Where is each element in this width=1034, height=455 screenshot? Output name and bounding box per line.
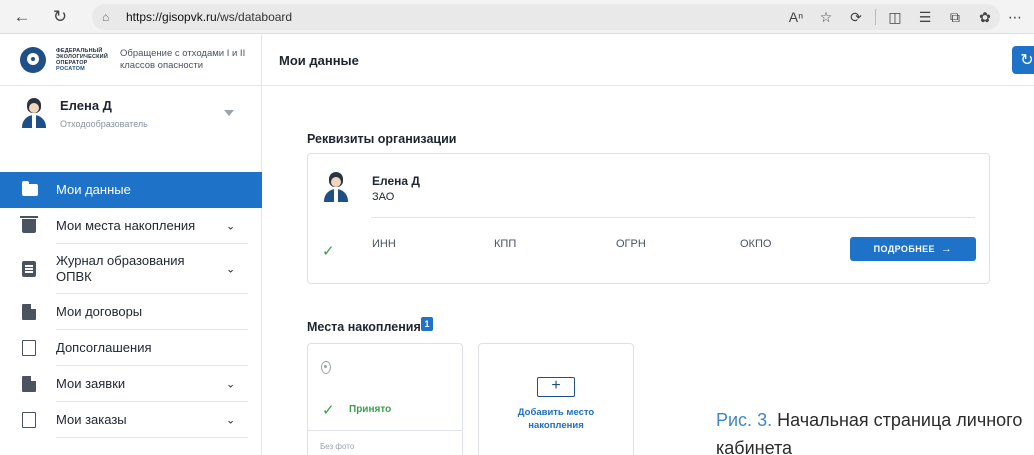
sidebar-item-orders[interactable]: Мои заказы ⌄: [0, 402, 262, 438]
collections-icon[interactable]: ⧉: [942, 4, 968, 30]
org-card: Елена Д ЗАО ✓ ИНН КПП ОГРН ОКПО ПОДРОБНЕ…: [307, 153, 990, 284]
check-icon: ✓: [322, 402, 335, 419]
place-status: Принято: [349, 404, 392, 415]
org-avatar-icon: [324, 172, 348, 202]
sidebar-item-journal[interactable]: Журнал образования ОПВК ⌄: [0, 244, 262, 294]
org-divider: [371, 217, 975, 218]
sidebar-item-label: Мои договоры: [56, 304, 143, 319]
split-screen-icon[interactable]: ◫: [882, 4, 908, 30]
url-text: https://gisopvk.ru/ws/databoard: [126, 10, 292, 24]
favorites-list-icon[interactable]: ☰: [912, 4, 938, 30]
home-icon: ⌂: [102, 10, 110, 24]
details-button-label: ПОДРОБНЕЕ: [873, 244, 935, 254]
chevron-down-icon: ⌄: [226, 378, 236, 391]
details-button[interactable]: ПОДРОБНЕЕ →: [850, 237, 976, 261]
org-field-ogrn: ОГРН: [616, 238, 646, 250]
org-field-okpo: ОКПО: [740, 238, 772, 250]
browser-actions: Aⁿ ☆ ⟳ ◫ ☰ ⧉ ✿ ⋯: [783, 0, 1028, 34]
sidebar-item-my-data[interactable]: Мои данные: [0, 172, 262, 208]
caret-down-icon[interactable]: [224, 110, 234, 116]
logo-wordmark: ФЕДЕРАЛЬНЫЙ ЭКОЛОГИЧЕСКИЙ ОПЕРАТОР РОСАТ…: [56, 48, 116, 72]
sidebar-item-label: Мои заказы: [56, 412, 127, 427]
places-section-title: Места накопления: [307, 320, 421, 334]
refresh-icon: ↻: [1020, 52, 1034, 69]
sidebar-item-accumulation-places[interactable]: Мои места накопления ⌄: [0, 208, 262, 244]
place-card[interactable]: ✓ Принято Без фото: [307, 343, 463, 455]
places-count-badge: 1: [421, 317, 433, 331]
order-document-icon: [22, 412, 36, 428]
check-icon: ✓: [322, 243, 335, 260]
toolbar-separator: [875, 9, 876, 25]
read-aloud-icon[interactable]: Aⁿ: [783, 4, 809, 30]
add-place-button[interactable]: + Добавить место накопления: [478, 343, 634, 455]
journal-icon: [22, 261, 36, 277]
org-type: ЗАО: [372, 191, 395, 203]
chevron-down-icon: ⌄: [226, 263, 236, 276]
chevron-down-icon: ⌄: [226, 414, 236, 427]
arrow-right-icon: →: [940, 243, 953, 255]
refresh-button[interactable]: ↻: [1012, 46, 1034, 74]
place-photo-label: Без фото: [320, 442, 355, 451]
extensions-icon[interactable]: ⟳: [843, 4, 869, 30]
sidebar-menu: Мои данные Мои места накопления ⌄ Журнал…: [0, 172, 262, 438]
user-name: Елена Д: [60, 98, 112, 113]
back-arrow-icon[interactable]: ←: [8, 3, 36, 31]
page-title: Мои данные: [279, 53, 359, 68]
request-document-icon: [22, 376, 36, 392]
place-divider: [308, 430, 462, 431]
user-role: Отходообразователь: [60, 119, 148, 129]
logo-description: Обращение с отходами I и II классов опас…: [120, 48, 246, 71]
sidebar-item-contracts[interactable]: Мои договоры: [0, 294, 262, 330]
logo-line-4: РОСАТОМ: [56, 66, 85, 72]
url-path: /ws/databoard: [216, 10, 293, 24]
sidebar-item-requests[interactable]: Мои заявки ⌄: [0, 366, 262, 402]
org-name: Елена Д: [372, 174, 420, 188]
logo[interactable]: ФЕДЕРАЛЬНЫЙ ЭКОЛОГИЧЕСКИЙ ОПЕРАТОР РОСАТ…: [0, 34, 262, 86]
favorite-star-icon[interactable]: ☆: [813, 4, 839, 30]
app-header: ФЕДЕРАЛЬНЫЙ ЭКОЛОГИЧЕСКИЙ ОПЕРАТОР РОСАТ…: [0, 34, 1034, 86]
reload-icon[interactable]: ↻: [46, 3, 74, 31]
add-place-label: Добавить место накопления: [517, 407, 595, 431]
org-field-inn: ИНН: [372, 238, 396, 250]
figure-caption: Рис. 3. Начальная страница личного кабин…: [716, 406, 1034, 455]
url-host: https://gisopvk.ru: [126, 10, 217, 24]
folder-icon: [22, 181, 38, 196]
document-icon: [22, 304, 36, 320]
more-menu-icon[interactable]: ⋯: [1002, 4, 1028, 30]
sidebar-item-label: Журнал образования ОПВК: [56, 253, 185, 284]
user-avatar-icon: [22, 98, 46, 128]
caption-prefix: Рис. 3.: [716, 410, 773, 430]
plus-icon: +: [537, 377, 575, 397]
org-field-kpp: КПП: [494, 238, 517, 250]
sidebar-item-label: Допсоглашения: [56, 340, 152, 355]
user-profile[interactable]: Елена Д Отходообразователь: [0, 86, 262, 166]
sidebar: Елена Д Отходообразователь Мои данные Мо…: [0, 86, 262, 455]
sidebar-item-label: Мои места накопления: [56, 218, 196, 233]
document-outline-icon: [22, 340, 36, 356]
trash-icon: [20, 216, 38, 233]
org-section-title: Реквизиты организации: [307, 132, 457, 146]
copilot-icon[interactable]: ✿: [972, 4, 998, 30]
browser-toolbar: ← ↻ ⌂ https://gisopvk.ru/ws/databoard Aⁿ…: [0, 0, 1034, 34]
rosatom-logo-icon: [20, 47, 46, 73]
chevron-down-icon: ⌄: [226, 220, 236, 233]
sidebar-item-label: Мои данные: [56, 182, 131, 197]
location-pin-icon: [321, 361, 331, 374]
sidebar-item-label: Мои заявки: [56, 376, 126, 391]
sidebar-item-supplements[interactable]: Допсоглашения: [0, 330, 262, 366]
